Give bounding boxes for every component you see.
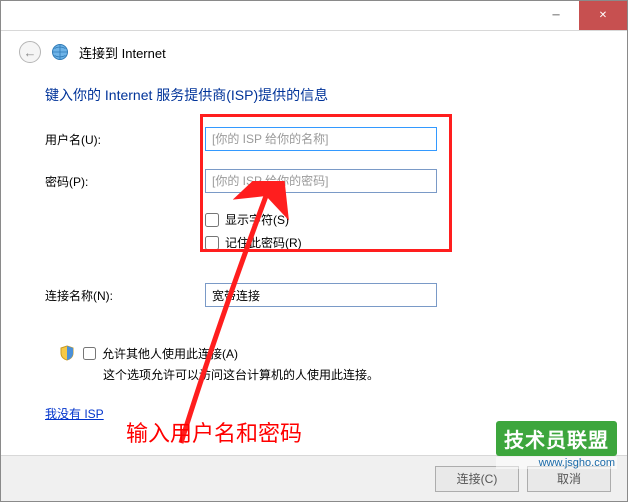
page-heading: 键入你的 Internet 服务提供商(ISP)提供的信息 — [45, 85, 583, 105]
connect-button[interactable]: 连接(C) — [435, 466, 519, 492]
show-chars-label: 显示字符(S) — [225, 211, 289, 228]
conn-name-input[interactable] — [205, 283, 437, 307]
window-titlebar: ─ ✕ — [1, 1, 627, 31]
minimize-button[interactable]: ─ — [533, 1, 579, 30]
show-chars-row: 显示字符(S) — [205, 211, 583, 228]
cancel-button[interactable]: 取消 — [527, 466, 611, 492]
wizard-footer: 连接(C) 取消 — [1, 455, 627, 501]
no-isp-link[interactable]: 我没有 ISP — [45, 405, 104, 422]
allow-others-desc: 这个选项允许可以访问这台计算机的人使用此连接。 — [103, 366, 379, 383]
conn-name-label: 连接名称(N): — [45, 287, 205, 304]
username-input[interactable] — [205, 127, 437, 151]
wizard-title: 连接到 Internet — [79, 43, 166, 62]
password-label: 密码(P): — [45, 173, 205, 190]
show-chars-checkbox[interactable] — [205, 213, 219, 227]
remember-pwd-row: 记住此密码(R) — [205, 234, 583, 251]
wizard-header: ← 连接到 Internet — [1, 31, 627, 69]
close-button[interactable]: ✕ — [579, 1, 627, 30]
shield-icon — [59, 345, 75, 361]
password-input[interactable] — [205, 169, 437, 193]
allow-others-checkbox[interactable] — [83, 347, 96, 360]
globe-icon — [51, 43, 69, 61]
remember-pwd-checkbox[interactable] — [205, 236, 219, 250]
allow-others-label: 允许其他人使用此连接(A) — [102, 345, 238, 362]
wizard-content: 键入你的 Internet 服务提供商(ISP)提供的信息 用户名(U): 密码… — [1, 69, 627, 422]
allow-others-section: 允许其他人使用此连接(A) 这个选项允许可以访问这台计算机的人使用此连接。 — [59, 345, 583, 383]
remember-pwd-label: 记住此密码(R) — [225, 234, 302, 251]
arrow-left-icon: ← — [24, 45, 37, 60]
back-button[interactable]: ← — [19, 41, 41, 63]
watermark-brand: 技术员联盟 — [496, 421, 617, 456]
username-label: 用户名(U): — [45, 131, 205, 148]
